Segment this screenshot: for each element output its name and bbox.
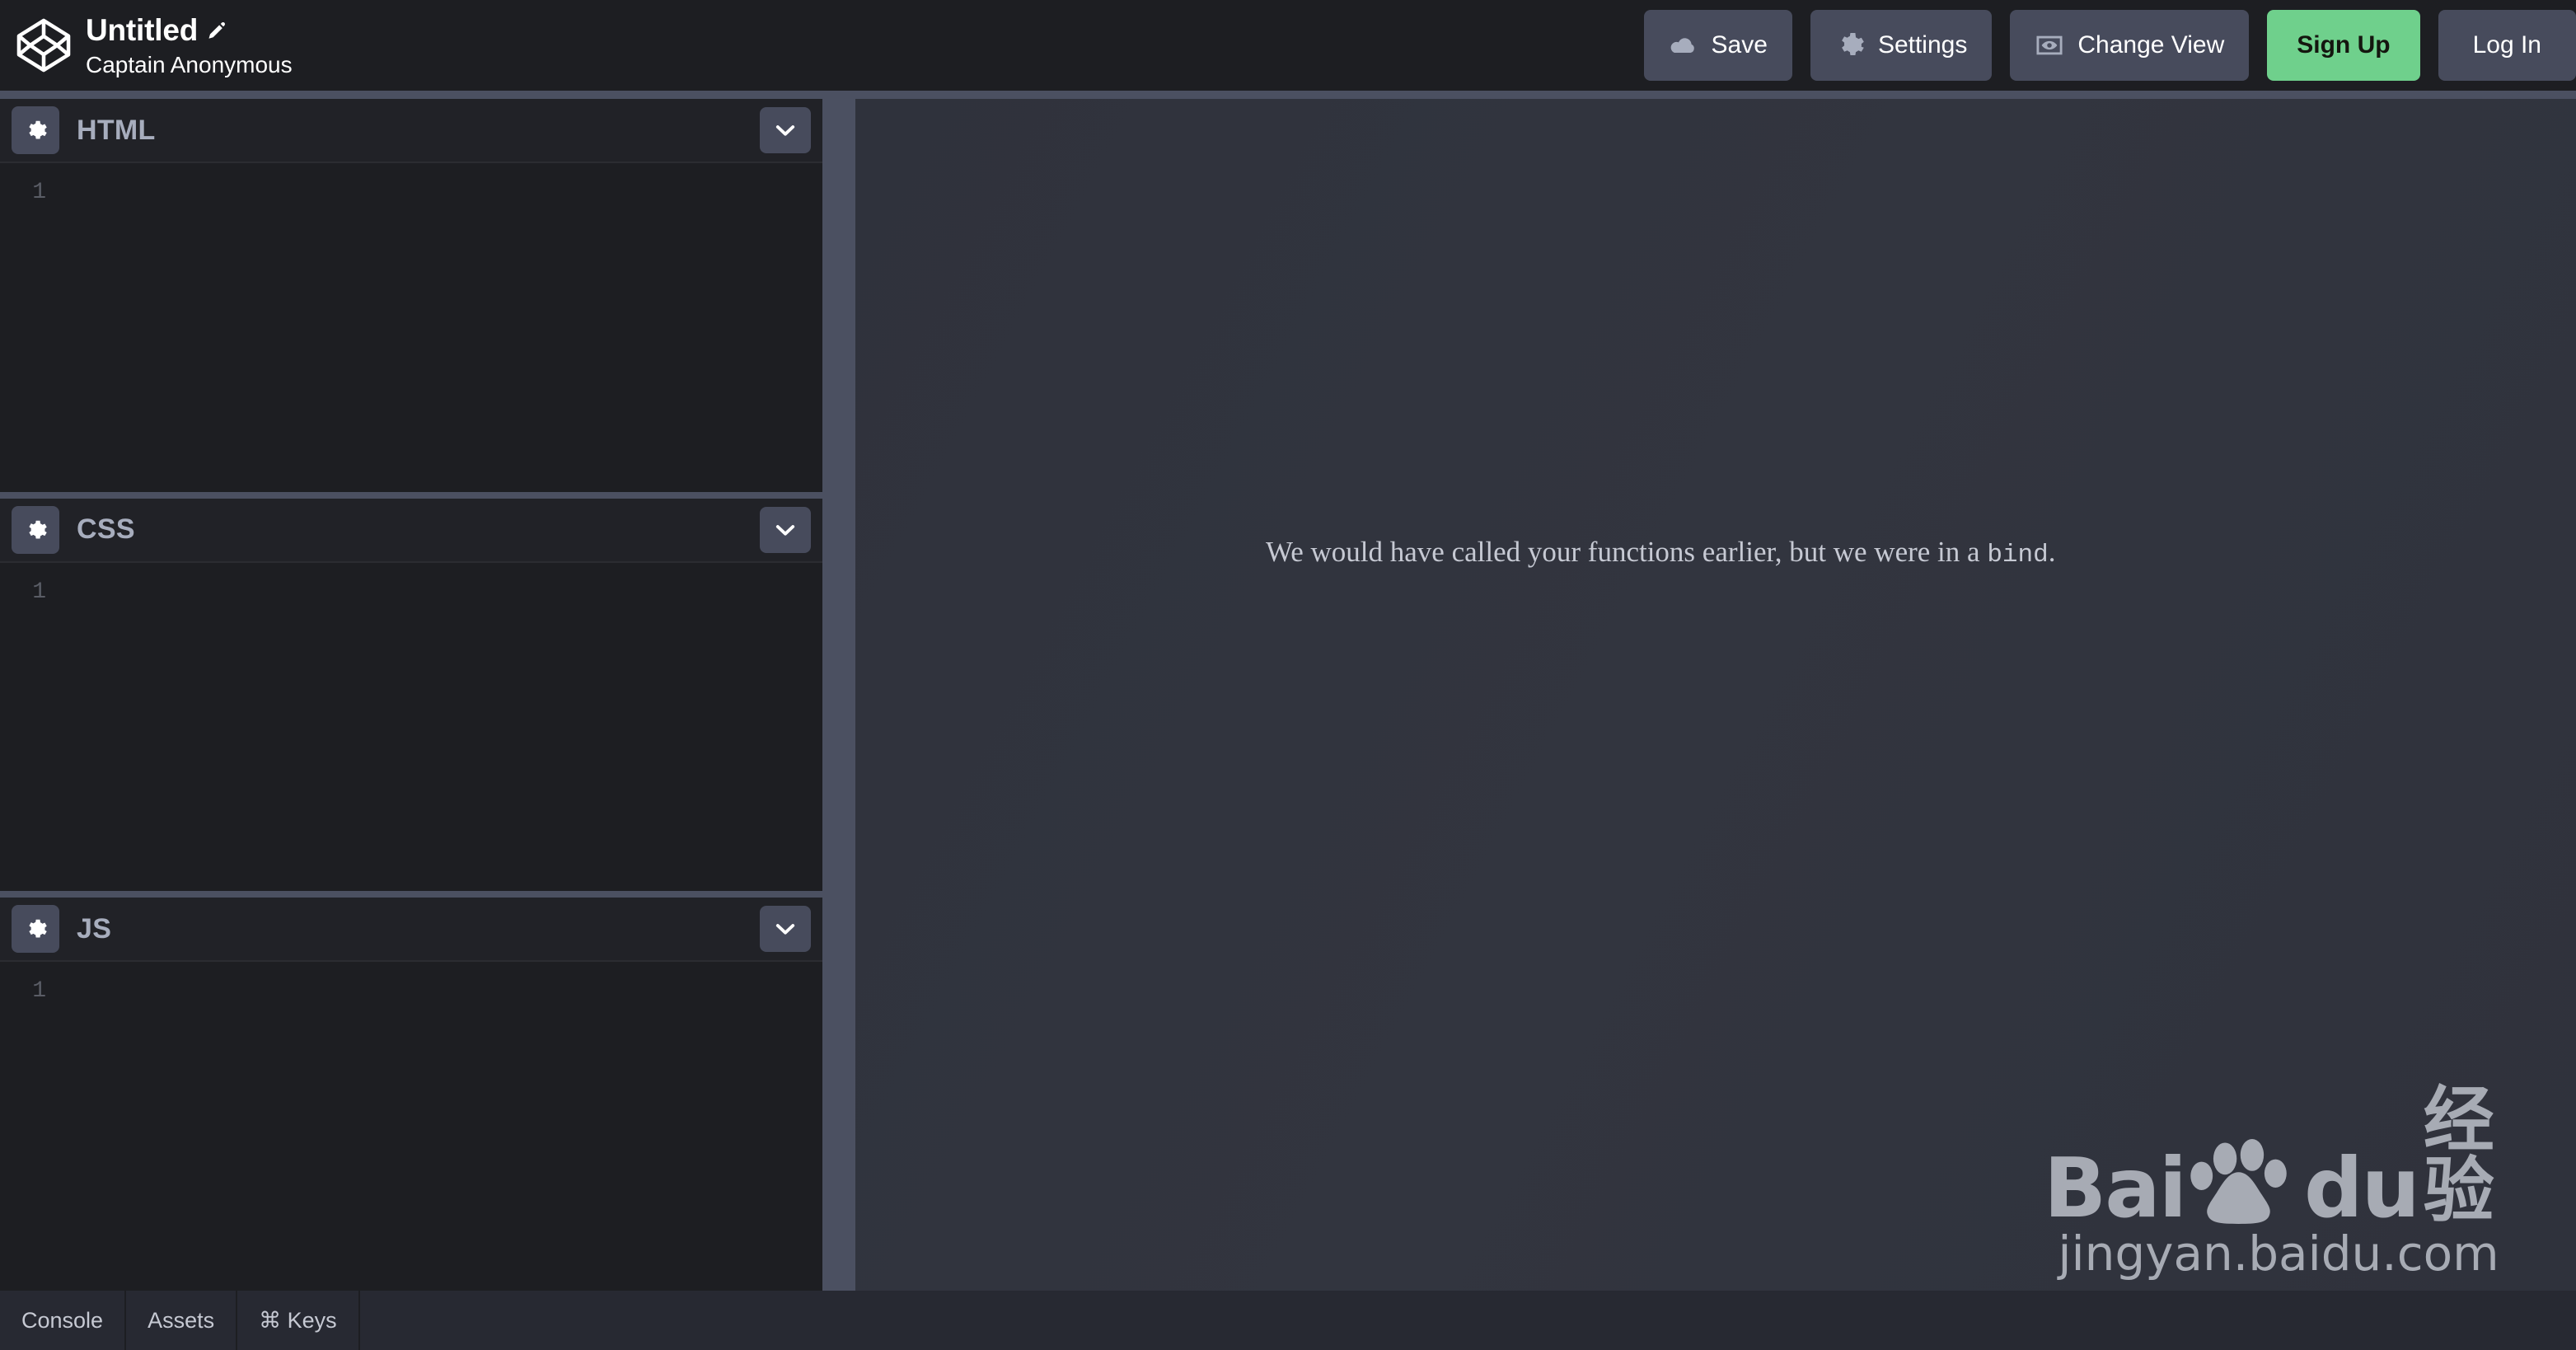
editor-label-html: HTML <box>77 114 156 146</box>
log-in-button[interactable]: Log In <box>2438 10 2576 81</box>
editor-header-html: HTML <box>0 99 822 163</box>
js-line-number: 1 <box>32 978 46 1005</box>
html-collapse-button[interactable] <box>760 107 811 153</box>
gear-icon <box>1835 30 1865 60</box>
watermark-url: jingyan.baidu.com <box>2058 1226 2499 1282</box>
baidu-watermark: Bai du 经验 jingyan.baidu.com <box>2044 1085 2513 1282</box>
assets-tab[interactable]: Assets <box>126 1291 238 1350</box>
css-code-editor[interactable]: 1 <box>0 562 822 892</box>
sign-up-button-label: Sign Up <box>2297 31 2391 59</box>
css-line-number: 1 <box>32 579 46 605</box>
pencil-icon[interactable] <box>206 20 227 41</box>
pen-author[interactable]: Captain Anonymous <box>86 52 293 78</box>
codepen-editor-app: Untitled Captain Anonymous Save Settings… <box>0 0 2576 1350</box>
keyboard-shortcuts-tab[interactable]: ⌘ Keys <box>237 1291 360 1350</box>
change-view-button[interactable]: Change View <box>2010 10 2250 81</box>
gear-icon <box>23 118 48 143</box>
console-tab-label: Console <box>21 1307 104 1333</box>
js-collapse-button[interactable] <box>760 906 811 953</box>
editor-label-css: CSS <box>77 513 135 546</box>
editor-panel-html: HTML 1 <box>0 99 822 492</box>
top-bar-actions: Save Settings Change View Sign Up Log In <box>1643 0 2576 91</box>
page-title[interactable]: Untitled <box>86 15 198 45</box>
watermark-brand-left: Bai <box>2044 1140 2187 1237</box>
settings-button-label: Settings <box>1877 31 1968 59</box>
top-bar-divider <box>0 91 2576 99</box>
bottom-bar-filler <box>359 1291 2576 1350</box>
watermark-brand-right: du <box>2303 1140 2420 1237</box>
html-line-number: 1 <box>32 180 46 205</box>
chevron-down-icon <box>771 516 799 544</box>
sign-up-button[interactable]: Sign Up <box>2267 10 2420 81</box>
html-settings-button[interactable] <box>12 106 59 154</box>
eye-in-frame-icon <box>2035 30 2064 60</box>
settings-button[interactable]: Settings <box>1810 10 1993 81</box>
preview-message-before: We would have called your functions earl… <box>1266 536 1988 568</box>
cloud-icon <box>1669 30 1698 60</box>
baidu-paw-icon <box>2190 1134 2299 1226</box>
editor-panel-css: CSS 1 <box>0 491 822 892</box>
log-in-button-label: Log In <box>2472 31 2541 59</box>
preview-pane[interactable]: We would have called your functions earl… <box>855 99 2576 1291</box>
editor-label-js: JS <box>77 912 112 945</box>
baidu-logo-row: Bai du 经验 <box>2044 1085 2513 1237</box>
save-button-label: Save <box>1711 31 1768 59</box>
editor-panel-js: JS 1 <box>0 891 822 1291</box>
editor-preview-resizer[interactable] <box>822 99 855 1291</box>
editor-column: HTML 1 CSS 1 JS 1 <box>0 99 822 1291</box>
editor-header-js: JS <box>0 898 822 963</box>
pen-title-row: Untitled <box>86 12 293 49</box>
top-bar: Untitled Captain Anonymous Save Settings… <box>0 0 2576 91</box>
preview-message-code: bind <box>1987 541 2049 570</box>
console-tab[interactable]: Console <box>0 1291 127 1350</box>
bottom-bar: Console Assets ⌘ Keys <box>0 1291 2576 1350</box>
gear-icon <box>23 916 48 941</box>
editor-header-css: CSS <box>0 498 822 563</box>
codepen-logo-icon[interactable] <box>15 16 73 74</box>
chevron-down-icon <box>771 116 799 144</box>
keyboard-shortcuts-tab-label: ⌘ Keys <box>259 1307 337 1333</box>
watermark-brand-cn: 经验 <box>2423 1079 2494 1233</box>
change-view-button-label: Change View <box>2077 31 2225 59</box>
css-settings-button[interactable] <box>12 505 59 554</box>
preview-message-after: . <box>2048 536 2056 568</box>
gear-icon <box>23 518 48 542</box>
css-collapse-button[interactable] <box>760 506 811 553</box>
brand-text: Untitled Captain Anonymous <box>86 12 293 78</box>
work-area: HTML 1 CSS 1 JS 1 We would have called y… <box>0 99 2576 1291</box>
save-button[interactable]: Save <box>1643 10 1792 81</box>
preview-message: We would have called your functions earl… <box>1266 528 2147 577</box>
js-settings-button[interactable] <box>12 905 59 954</box>
html-code-editor[interactable]: 1 <box>0 163 822 492</box>
chevron-down-icon <box>771 915 799 943</box>
js-code-editor[interactable]: 1 <box>0 962 822 1291</box>
assets-tab-label: Assets <box>148 1307 215 1333</box>
brand-block: Untitled Captain Anonymous <box>15 12 293 78</box>
